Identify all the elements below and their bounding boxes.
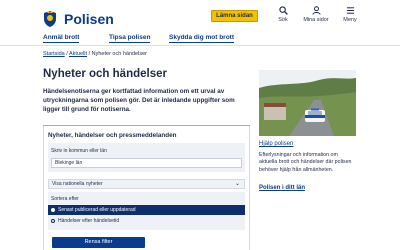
main-nav: Anmäl brott Tipsa polisen Skydda dig mot… — [0, 33, 400, 46]
sort-options-box: Sortera efter Senast publicerad eller up… — [48, 192, 245, 230]
radio-selected-icon — [51, 208, 55, 212]
breadcrumb-home-link[interactable]: Startsida — [43, 51, 65, 57]
menu-label: Meny — [343, 17, 357, 23]
police-in-your-county-link[interactable]: Polisen i ditt län — [259, 185, 305, 191]
sort-label: Sortera efter — [51, 196, 79, 202]
clear-filter-button[interactable]: Rensa filter — [52, 237, 145, 248]
police-car-illustration — [259, 70, 356, 136]
hamburger-menu-icon — [346, 7, 354, 14]
police-car-photo — [259, 70, 356, 136]
police-logo-icon[interactable] — [41, 10, 59, 28]
police-car — [305, 108, 325, 122]
breadcrumb-current: Nyheter och händelser — [91, 51, 147, 57]
nav-item-protect-yourself[interactable]: Skydda dig mot brott — [169, 34, 234, 43]
breadcrumb-news-link[interactable]: Aktuellt — [69, 51, 87, 57]
filter-panel-title: Nyheter, händelser och pressmeddelanden — [48, 132, 177, 139]
brand-name[interactable]: Polisen — [64, 10, 114, 28]
national-news-toggle[interactable]: Visa nationella nyheter ⌄ — [48, 179, 245, 189]
news-filter-panel: Nyheter, händelser och pressmeddelanden … — [43, 125, 250, 250]
user-icon — [311, 6, 321, 15]
help-police-description: Efterlysningar och information om aktuel… — [259, 152, 352, 173]
location-input[interactable]: Blekinge län — [51, 158, 242, 168]
site-header: Polisen Lämna sidan Sök Mina sidor Meny — [0, 0, 400, 33]
sort-option-event-time-label: Händelser efter händelsetid — [58, 218, 120, 224]
breadcrumb: Startsida / Aktuellt / Nyheter och hände… — [43, 51, 147, 57]
chevron-down-icon: ⌄ — [234, 181, 240, 187]
nav-item-report-crime[interactable]: Anmäl brott — [43, 34, 80, 43]
leave-site-button[interactable]: Lämna sidan — [211, 10, 258, 22]
help-police-link[interactable]: Hjälp polisen — [259, 141, 293, 147]
location-filter-box: Skriv in kommun eller län Blekinge län — [48, 143, 245, 172]
national-news-label: Visa nationella nyheter — [52, 181, 103, 187]
search-icon — [278, 6, 288, 15]
panel-accent-line — [43, 125, 250, 126]
sort-option-latest-label: Senast publicerad eller uppdaterad — [58, 207, 136, 213]
menu-button[interactable]: Meny — [330, 6, 370, 23]
page-title: Nyheter och händelser — [43, 68, 167, 80]
nav-divider — [0, 45, 400, 46]
sort-option-latest[interactable]: Senast publicerad eller uppdaterad — [48, 205, 245, 215]
nav-item-tip-police[interactable]: Tipsa polisen — [109, 34, 151, 43]
sort-option-event-time[interactable]: Händelser efter händelsetid — [48, 216, 245, 226]
page-lede: Händelsenotiserna ger kortfattad informa… — [43, 88, 235, 113]
radio-unselected-icon — [51, 219, 55, 223]
location-label: Skriv in kommun eller län — [51, 148, 107, 154]
